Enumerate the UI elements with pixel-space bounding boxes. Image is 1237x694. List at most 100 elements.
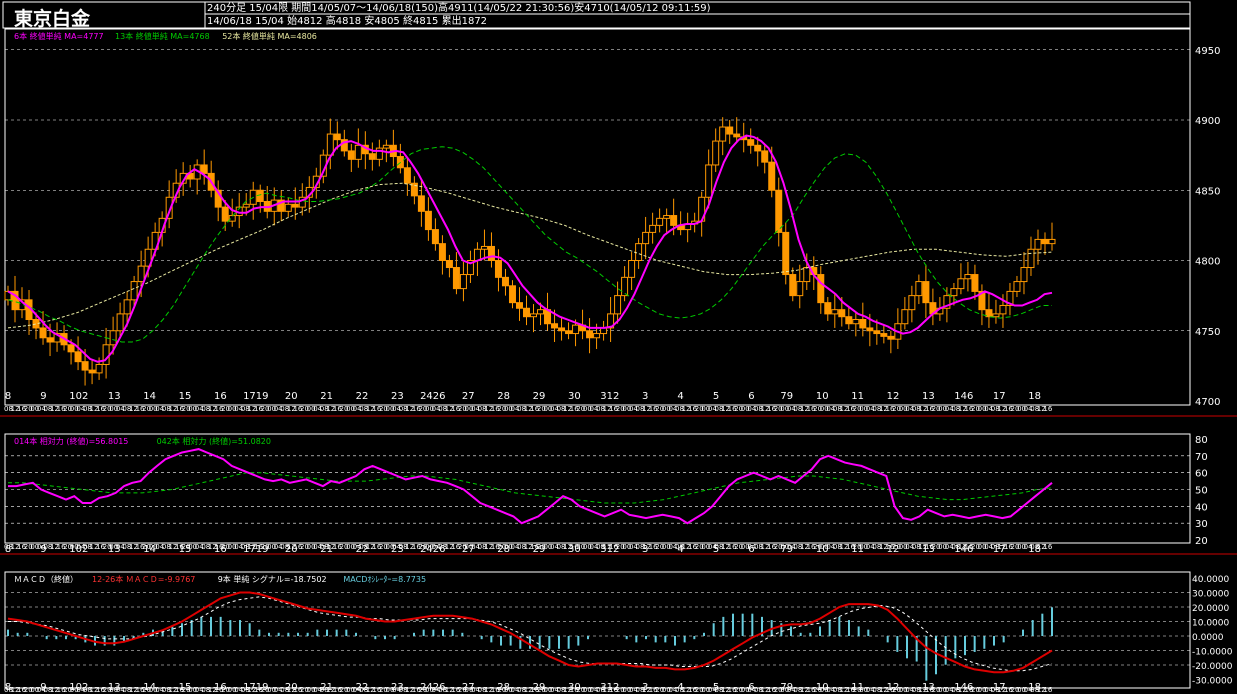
date-label: 13: [108, 391, 121, 402]
price-tick-label: 4700: [1195, 397, 1220, 408]
candle-body: [354, 144, 362, 160]
candle-body: [880, 333, 888, 337]
candle-body: [67, 344, 75, 353]
candle-body: [81, 361, 89, 371]
candle-body: [621, 276, 629, 297]
price-panel-frame: [4, 28, 1191, 406]
rsi-tick-label: 30: [1195, 519, 1208, 530]
date-label: 21: [320, 391, 333, 402]
macd-tick-label: 40.0000: [1192, 575, 1229, 585]
candle-body: [130, 281, 138, 301]
candle-body: [452, 267, 460, 290]
macd-tick-label: 10.0000: [1192, 619, 1229, 629]
candle-body: [438, 243, 446, 261]
candle-body: [480, 245, 488, 250]
hour-label: 16: [1043, 543, 1052, 551]
candle-body: [228, 215, 236, 222]
candle-body: [768, 161, 776, 191]
candle-body: [572, 324, 580, 335]
candle-body: [614, 295, 622, 315]
candle-body: [445, 260, 453, 269]
candle-body: [39, 327, 47, 339]
date-label: 23: [391, 391, 404, 402]
ma13-line: [7, 146, 1052, 343]
candle-body: [116, 313, 124, 332]
rsi-tick-label: 70: [1195, 452, 1208, 463]
candle-body: [487, 245, 495, 261]
candle-body: [824, 302, 832, 315]
candle-body: [775, 189, 783, 233]
rsi14-line: [8, 448, 1053, 525]
candle-body: [747, 139, 755, 146]
date-label: 30: [568, 391, 581, 402]
candle-body: [887, 335, 895, 340]
candle-body: [256, 189, 264, 202]
candle-body: [873, 330, 881, 335]
chart-window: 東京白金 240分足 15/04限 期間14/05/07〜14/06/18(15…: [0, 0, 1237, 694]
date-label: 20: [285, 391, 298, 402]
date-label: 79: [780, 391, 793, 402]
date-label: 13: [922, 391, 935, 402]
candle-body: [719, 126, 727, 142]
candle-body: [1020, 267, 1028, 283]
candle-body: [137, 265, 145, 283]
rsi-tick-label: 20: [1195, 536, 1208, 547]
date-label: 5: [713, 391, 719, 402]
candle-body: [803, 267, 811, 283]
rsi-tick-label: 50: [1195, 486, 1208, 497]
candle-body: [915, 281, 923, 297]
date-label: 12: [887, 391, 900, 402]
macd-tick-label: 0.0000: [1192, 633, 1224, 643]
date-label: 17: [993, 391, 1006, 402]
rsi-tick-label: 80: [1195, 435, 1208, 446]
candle-body: [1013, 281, 1021, 292]
date-label: 11: [851, 391, 864, 402]
candle-body: [1027, 248, 1035, 269]
candle-body: [586, 330, 594, 339]
candle-body: [102, 344, 110, 365]
date-label: 15: [179, 391, 192, 402]
macd-tick-label: -30.0000: [1192, 677, 1233, 687]
rsi-legend-entry: 014本 相対力 (終値)=56.8015: [14, 436, 128, 446]
candle-body: [663, 215, 671, 219]
candle-body: [424, 210, 432, 231]
candle-body: [284, 203, 292, 212]
candle-body: [642, 231, 650, 245]
candle-body: [593, 333, 601, 339]
candle-body: [957, 278, 965, 290]
candle-body: [417, 195, 425, 212]
candle-body: [866, 327, 874, 332]
rsi-legend-entry: 042本 相対力 (終値)=51.0820: [157, 436, 271, 446]
macd-tick-label: 30.0000: [1192, 590, 1229, 600]
candle-body: [200, 164, 208, 174]
rsi42-line: [8, 472, 1053, 504]
price-legend-entry: 6本 終値単純 MA=4777: [14, 31, 104, 41]
date-label: 9: [40, 391, 46, 402]
candle-body: [1041, 238, 1049, 245]
macd-legend-entry: MACDｵｼﾚｰﾀｰ=8.7735: [343, 575, 426, 584]
candle-body: [971, 274, 979, 292]
candle-body: [123, 299, 131, 315]
date-label: 102: [69, 391, 88, 402]
candle-body: [109, 330, 117, 346]
date-label: 10: [816, 391, 829, 402]
date-label: 29: [533, 391, 546, 402]
candle-body: [901, 309, 909, 325]
date-label: 27: [462, 391, 475, 402]
macd-legend-entry: ＭＡＣＤ（終値）: [14, 574, 78, 584]
price-legend-entry: 52本 終値単純 MA=4806: [222, 31, 317, 41]
candle-body: [628, 260, 636, 278]
date-label: 28: [497, 391, 510, 402]
candle-body: [88, 369, 96, 374]
header-frame: [2, 1, 1191, 29]
macd-legend-entry: 12-26本 ＭＡＣＤ=-9.9767: [92, 574, 195, 584]
date-label: 6: [748, 391, 754, 402]
candle-body: [537, 309, 545, 315]
candle-body: [999, 304, 1007, 315]
candle-body: [705, 164, 713, 198]
candle-body: [649, 224, 657, 233]
candle-body: [46, 337, 54, 343]
candle-body: [558, 327, 566, 332]
hour-label: 16: [1043, 405, 1052, 413]
price-tick-label: 4900: [1195, 116, 1220, 127]
